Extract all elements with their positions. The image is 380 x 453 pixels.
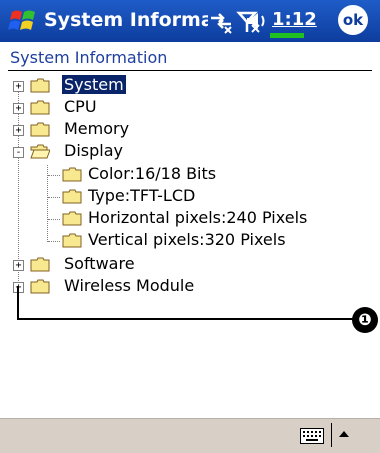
tree-item-software[interactable]: Software <box>64 253 135 275</box>
battery-indicator <box>270 33 304 38</box>
folder-icon <box>62 233 82 248</box>
folder-icon <box>30 100 50 115</box>
tree-item-vertical-pixels[interactable]: Vertical pixels:320 Pixels <box>88 229 286 251</box>
callout-line <box>17 286 19 320</box>
page-title: System Information <box>10 48 168 67</box>
tree-item-memory[interactable]: Memory <box>64 118 129 140</box>
expand-button[interactable]: + <box>13 103 24 114</box>
tree-item-color[interactable]: Color:16/18 Bits <box>88 163 216 185</box>
tree-item-wireless-module[interactable]: Wireless Module <box>64 275 194 297</box>
arrow-up-icon[interactable] <box>339 431 349 437</box>
tree-item-horizontal-pixels[interactable]: Horizontal pixels:240 Pixels <box>88 207 307 229</box>
keyboard-icon[interactable] <box>300 428 324 444</box>
ok-button[interactable]: ok <box>338 5 368 35</box>
title-bar: System Informa 1:12 ok <box>0 0 380 42</box>
tree-item-system[interactable]: System <box>62 74 126 96</box>
app-title[interactable]: System Informa <box>44 9 208 31</box>
tree-item-type[interactable]: Type:TFT-LCD <box>88 185 195 207</box>
callout-line <box>17 318 360 320</box>
volume-icon[interactable] <box>244 8 270 34</box>
collapse-button[interactable]: - <box>13 147 24 158</box>
folder-icon <box>62 211 82 226</box>
open-folder-icon <box>30 144 50 159</box>
folder-icon <box>62 167 82 182</box>
separator <box>331 423 332 447</box>
folder-icon <box>30 78 50 93</box>
clock[interactable]: 1:12 <box>272 9 317 30</box>
menu-bar <box>0 418 380 453</box>
expand-button[interactable]: + <box>13 81 24 92</box>
callout-number-badge: ❶ <box>352 307 378 333</box>
header-divider <box>8 70 372 71</box>
folder-icon <box>30 122 50 137</box>
folder-icon <box>62 189 82 204</box>
connectivity-icon[interactable] <box>208 8 234 34</box>
tree-item-cpu[interactable]: CPU <box>64 96 97 118</box>
folder-icon <box>30 279 50 294</box>
expand-button[interactable]: + <box>13 260 24 271</box>
folder-icon <box>30 257 50 272</box>
expand-button[interactable]: + <box>13 125 24 136</box>
windows-start-icon[interactable] <box>8 6 38 36</box>
tree-item-display[interactable]: Display <box>64 140 123 162</box>
